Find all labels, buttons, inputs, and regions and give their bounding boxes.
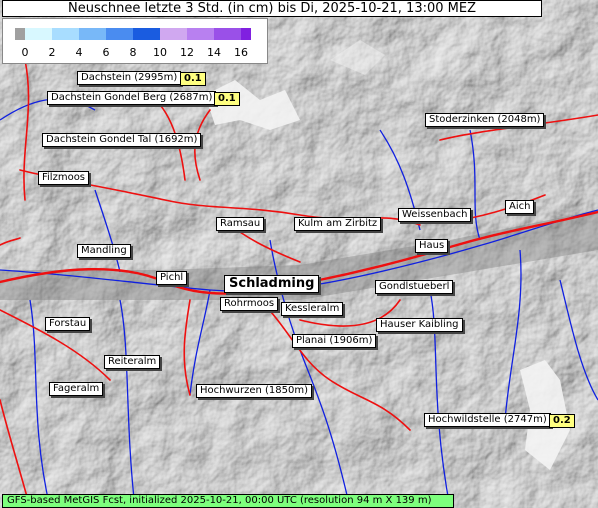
legend-swatch xyxy=(15,28,25,40)
snow-forecast-map: Neuschnee letzte 3 Std. (in cm) bis Di, … xyxy=(0,0,598,508)
place-label-rohrmoos[interactable]: Rohrmoos xyxy=(220,297,279,311)
map-title: Neuschnee letzte 3 Std. (in cm) bis Di, … xyxy=(2,0,542,17)
place-label-kessleralm[interactable]: Kessleralm xyxy=(281,302,344,316)
legend-tick-label: 8 xyxy=(129,46,137,59)
snow-value-dachstein: 0.1 xyxy=(180,72,206,86)
legend-swatch xyxy=(214,28,241,40)
legend-swatch xyxy=(106,28,133,40)
place-label-planai[interactable]: Planai (1906m) xyxy=(292,334,377,348)
legend-color-bar xyxy=(15,28,251,40)
place-label-mandling[interactable]: Mandling xyxy=(77,244,131,258)
legend-swatch xyxy=(160,28,187,40)
place-label-haus[interactable]: Haus xyxy=(415,239,449,253)
place-label-hauser-kaibling[interactable]: Hauser Kaibling xyxy=(376,318,463,332)
legend-tick-label: 4 xyxy=(75,46,83,59)
legend-tick-label: 12 xyxy=(180,46,194,59)
place-label-hochwurzen[interactable]: Hochwurzen (1850m) xyxy=(196,384,313,398)
place-label-pichl[interactable]: Pichl xyxy=(156,271,188,285)
legend-swatch xyxy=(187,28,214,40)
snow-value-hochwildstelle: 0.2 xyxy=(549,414,575,428)
forecast-footer: GFS-based MetGIS Fcst, initialized 2025-… xyxy=(2,494,454,508)
place-label-dachstein[interactable]: Dachstein (2995m) xyxy=(77,71,182,85)
place-label-stoderzinken[interactable]: Stoderzinken (2048m) xyxy=(425,113,545,127)
place-label-kulm-am-zirbitz[interactable]: Kulm am Zirbitz xyxy=(294,217,382,231)
place-label-forstau[interactable]: Forstau xyxy=(45,317,91,331)
snow-value-dachstein-gondel-berg: 0.1 xyxy=(214,92,240,106)
legend-swatch xyxy=(52,28,79,40)
legend-tick-label: 2 xyxy=(48,46,56,59)
place-label-aich[interactable]: Aich xyxy=(505,200,535,214)
legend-swatch xyxy=(25,28,52,40)
place-label-gondlstueberl[interactable]: Gondlstueberl xyxy=(375,280,454,294)
place-label-hochwildstelle[interactable]: Hochwildstelle (2747m) xyxy=(424,413,551,427)
place-label-dachstein-gondel-berg[interactable]: Dachstein Gondel Berg (2687m) xyxy=(47,91,217,105)
place-label-fageralm[interactable]: Fageralm xyxy=(49,382,104,396)
legend-swatch xyxy=(79,28,106,40)
legend-tick-label: 16 xyxy=(234,46,248,59)
place-label-filzmoos[interactable]: Filzmoos xyxy=(38,171,90,185)
place-label-dachstein-gondel-tal[interactable]: Dachstein Gondel Tal (1692m) xyxy=(42,133,202,147)
legend-swatch xyxy=(241,28,251,40)
snow-legend: 0 2 4 6 8 10 12 14 16 xyxy=(2,18,268,64)
legend-tick-label: 0 xyxy=(21,46,29,59)
legend-tick-label: 6 xyxy=(102,46,110,59)
place-label-weissenbach[interactable]: Weissenbach xyxy=(398,208,472,222)
place-label-reiteralm[interactable]: Reiteralm xyxy=(104,355,161,369)
legend-tick-label: 14 xyxy=(207,46,221,59)
legend-swatch xyxy=(133,28,160,40)
legend-tick-label: 10 xyxy=(153,46,167,59)
place-label-ramsau[interactable]: Ramsau xyxy=(216,217,265,231)
place-label-schladming[interactable]: Schladming xyxy=(224,275,320,293)
